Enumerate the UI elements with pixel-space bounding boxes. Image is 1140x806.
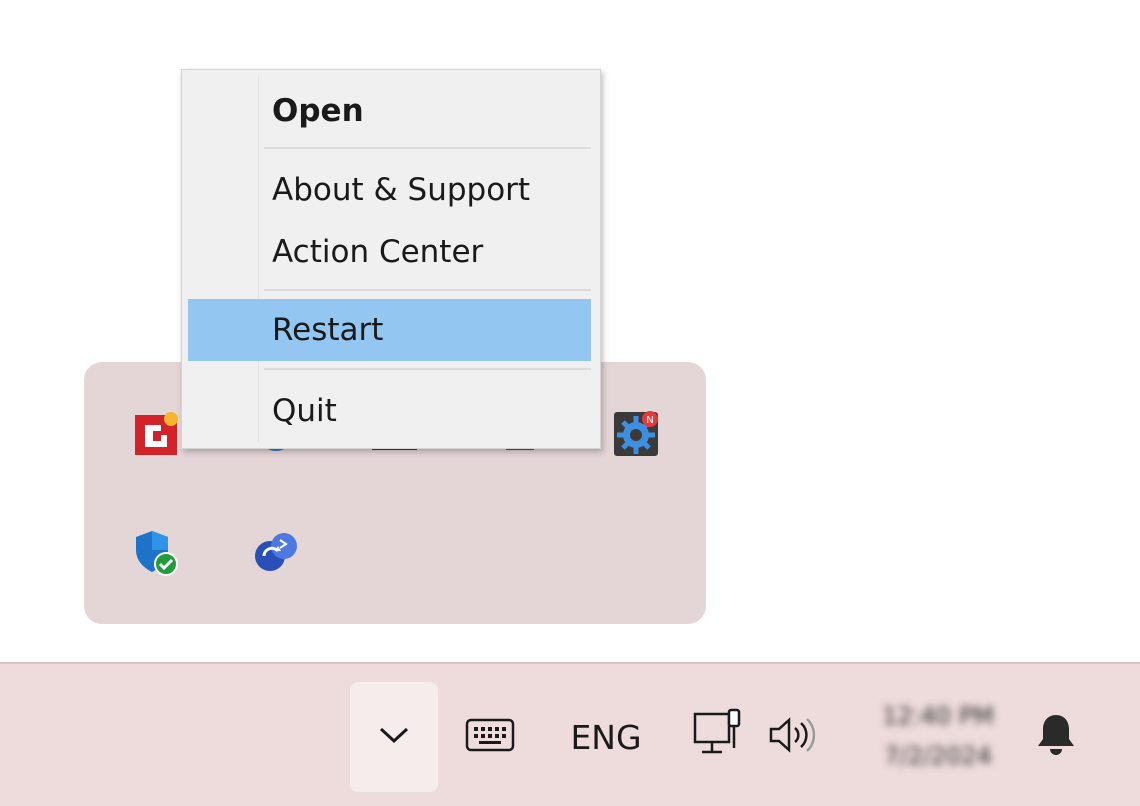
touch-keyboard-button[interactable]	[460, 704, 520, 770]
input-language-indicator[interactable]: ENG	[556, 702, 656, 772]
menu-item-quit[interactable]: Quit	[188, 380, 591, 442]
cloud-sync-icon[interactable]	[252, 528, 300, 576]
clock-time: 12:40 PM	[882, 702, 994, 730]
notifications-button[interactable]	[1026, 704, 1086, 770]
menu-item-open[interactable]: Open	[188, 80, 591, 142]
speaker-icon	[765, 715, 816, 759]
show-hidden-icons-button[interactable]	[350, 682, 438, 792]
clock-button[interactable]: 12:40 PM 7/2/2024	[858, 686, 1018, 786]
network-ethernet-icon	[691, 708, 745, 766]
menu-item-action-center[interactable]: Action Center	[188, 221, 591, 283]
menu-item-about-support[interactable]: About & Support	[188, 159, 591, 221]
svg-text:N: N	[646, 415, 653, 426]
clock-date: 7/2/2024	[884, 742, 992, 770]
menu-separator	[264, 289, 591, 291]
taskbar: ENG 12:40 PM 7/2/2024	[0, 662, 1140, 806]
bell-icon	[1034, 711, 1078, 763]
network-status-button[interactable]	[688, 704, 748, 770]
tray-context-menu: Open About & Support Action Center Resta…	[181, 69, 601, 449]
app-logo-icon[interactable]	[132, 410, 180, 458]
menu-separator	[264, 368, 591, 370]
volume-button[interactable]	[760, 704, 820, 770]
menu-item-restart[interactable]: Restart	[188, 299, 591, 361]
menu-separator	[264, 147, 591, 149]
windows-security-icon[interactable]	[132, 528, 180, 576]
chevron-down-icon	[377, 724, 411, 750]
keyboard-icon	[465, 718, 515, 756]
settings-gear-icon[interactable]: N	[612, 410, 660, 458]
